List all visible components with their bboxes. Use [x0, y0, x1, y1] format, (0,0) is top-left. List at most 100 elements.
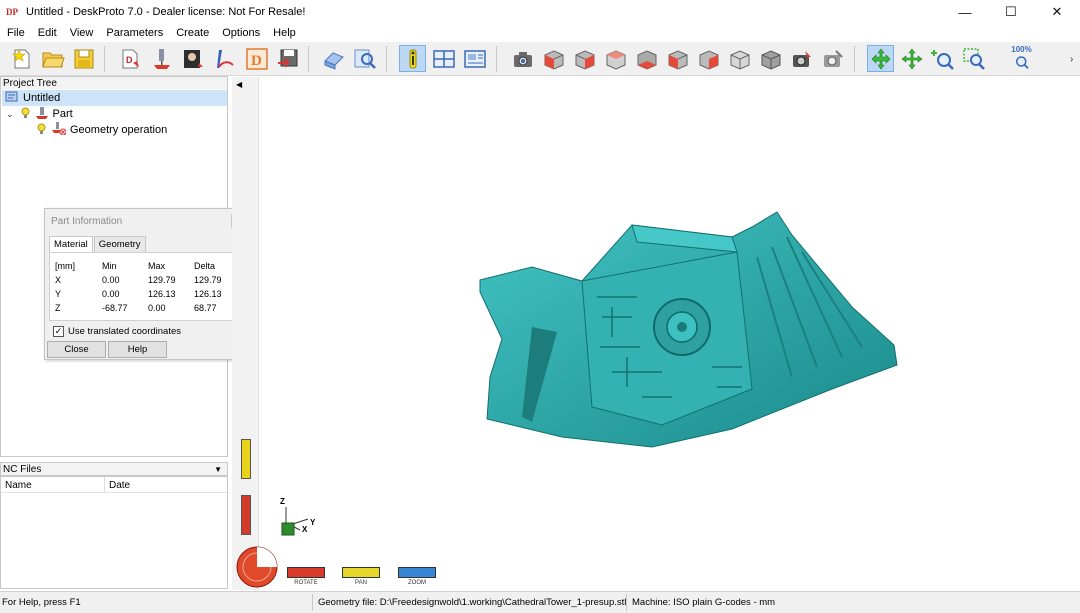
zoom-100-label: 100%	[1011, 44, 1032, 54]
close-button[interactable]: ✕	[1034, 0, 1080, 24]
axis-triad: Z Y X	[278, 497, 328, 542]
row-min: 0.00	[102, 289, 120, 299]
add-operation-icon[interactable]	[148, 45, 175, 72]
checkbox-label: Use translated coordinates	[68, 326, 182, 337]
col-header-unit: [mm]	[55, 261, 75, 271]
axis-cube-icon	[281, 507, 309, 536]
window-title: Untitled - DeskProto 7.0 - Dealer licens…	[26, 6, 306, 18]
rotate-wheel-icon[interactable]	[241, 495, 251, 535]
split-view-icon[interactable]	[430, 45, 457, 72]
svg-text:DP: DP	[6, 7, 18, 17]
rotate-mode-icon[interactable]	[867, 45, 894, 72]
tree-item-untitled[interactable]: Untitled	[2, 90, 227, 106]
tree-item-geometry-operation[interactable]: Geometry operation	[2, 122, 167, 138]
zoom-control-button[interactable]	[398, 567, 436, 578]
translated-coordinates-checkbox[interactable]: ✓ Use translated coordinates	[53, 326, 181, 337]
col-header-min: Min	[102, 261, 117, 271]
3d-viewport[interactable]	[232, 77, 1080, 590]
view-left-icon[interactable]	[602, 45, 629, 72]
save-nc-icon[interactable]	[274, 45, 301, 72]
checkbox-check-icon[interactable]: ✓	[53, 326, 64, 337]
zoom-100-icon[interactable]: 100%	[1008, 45, 1035, 72]
menu-options[interactable]: Options	[215, 27, 266, 39]
save-icon[interactable]	[70, 45, 97, 72]
col-header-delta: Delta	[194, 261, 216, 271]
simulation-icon[interactable]	[320, 45, 347, 72]
camera-view-icon[interactable]	[509, 45, 536, 72]
info-icon[interactable]	[399, 45, 426, 72]
row-axis: X	[55, 275, 62, 285]
maximize-button[interactable]: ☐	[988, 0, 1034, 24]
view-top-icon[interactable]	[664, 45, 691, 72]
pan-mode-icon[interactable]	[898, 45, 925, 72]
render-icon[interactable]	[788, 45, 815, 72]
tree-item-label: Part	[52, 108, 73, 120]
rotate-control-label: ROTATE	[294, 580, 318, 586]
row-delta: 129.79	[194, 275, 222, 285]
toolbar-overflow-icon[interactable]: ›	[1070, 54, 1073, 65]
tab-material[interactable]: Material	[49, 236, 93, 252]
create-3d-icon[interactable]: D	[243, 45, 270, 72]
draw-vector-icon[interactable]	[210, 45, 237, 72]
collapse-arrow-icon[interactable]: ◀	[236, 80, 242, 89]
tree-item-part[interactable]: ⌄ Part	[2, 106, 73, 122]
render-2-icon[interactable]	[819, 45, 846, 72]
load-bitmap-icon[interactable]	[179, 45, 206, 72]
help-button[interactable]: Help	[108, 341, 167, 358]
title-bar: DP Untitled - DeskProto 7.0 - Dealer lic…	[0, 0, 1080, 24]
row-max: 0.00	[148, 303, 166, 313]
menu-file[interactable]: File	[0, 27, 31, 39]
menu-edit[interactable]: Edit	[31, 27, 63, 39]
new-project-icon[interactable]	[8, 45, 35, 72]
menu-bar: File Edit View Parameters Create Options…	[0, 24, 1080, 42]
project-icon	[5, 90, 18, 106]
nc-files-dropdown-icon[interactable]: ▼	[214, 463, 222, 477]
menu-create[interactable]: Create	[169, 27, 215, 39]
dialog-title: Part Information	[51, 216, 123, 227]
col-name[interactable]: Name	[1, 477, 105, 493]
zoom-control-label: ZOOM	[408, 580, 426, 586]
project-tree-header: Project Tree	[0, 76, 228, 90]
menu-view[interactable]: View	[63, 27, 100, 39]
layout-icon[interactable]	[461, 45, 488, 72]
pan-control-button[interactable]	[342, 567, 380, 578]
toolbar: D D 100% ›	[0, 42, 1080, 76]
row-min: 0.00	[102, 275, 120, 285]
zoom-mode-icon[interactable]	[929, 45, 956, 72]
lightbulb-icon[interactable]	[21, 107, 30, 122]
menu-help[interactable]: Help	[266, 27, 302, 39]
view-back-icon[interactable]	[571, 45, 598, 72]
load-part-icon[interactable]: D	[117, 45, 144, 72]
minimize-button[interactable]: —	[942, 0, 988, 24]
viewport-sidebar: ◀	[232, 77, 259, 590]
view-bottom-icon[interactable]	[695, 45, 722, 72]
tab-geometry[interactable]: Geometry	[93, 236, 146, 252]
rotate-control-button[interactable]	[287, 567, 325, 578]
close-dialog-button[interactable]: Close	[47, 341, 106, 358]
status-machine: Machine: ISO plain G-codes - mm	[632, 597, 776, 608]
row-axis: Y	[55, 289, 62, 299]
col-date[interactable]: Date	[105, 477, 227, 493]
dialog-tabs: Material Geometry	[49, 236, 147, 252]
row-axis: Z	[55, 303, 61, 313]
row-min: -68.77	[102, 303, 128, 313]
zoom-window-icon[interactable]	[960, 45, 987, 72]
lightbulb-icon[interactable]	[37, 123, 46, 138]
preview-icon[interactable]	[351, 45, 378, 72]
part-model	[479, 211, 898, 448]
nc-files-header: NC Files ▼	[0, 462, 228, 476]
expand-chevron-icon[interactable]: ⌄	[6, 109, 14, 120]
nc-files-title: NC Files	[3, 464, 42, 475]
view-front-icon[interactable]	[540, 45, 567, 72]
app-logo-icon: DP	[6, 5, 20, 19]
pan-control-label: PAN	[355, 580, 367, 586]
menu-parameters[interactable]: Parameters	[99, 27, 169, 39]
view-right-icon[interactable]	[633, 45, 660, 72]
view-iso-2-icon[interactable]	[757, 45, 784, 72]
svg-text:D: D	[251, 53, 262, 69]
rotate-dial-icon[interactable]	[235, 545, 279, 592]
open-folder-icon[interactable]	[39, 45, 66, 72]
row-delta: 68.77	[194, 303, 217, 313]
pan-wheel-icon[interactable]	[241, 439, 251, 479]
view-iso-icon[interactable]	[726, 45, 753, 72]
